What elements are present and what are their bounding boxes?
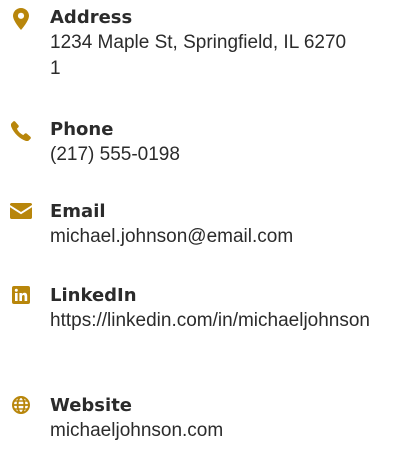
contact-label-address: Address <box>50 7 133 28</box>
contact-value-linkedin[interactable]: https://linkedin.com/in/michaeljohnson <box>50 308 370 334</box>
contact-text-linkedin: LinkedIn https://linkedin.com/in/michael… <box>50 284 403 334</box>
contact-label-email: Email <box>50 201 106 222</box>
map-pin-icon <box>10 8 32 30</box>
contact-value-email[interactable]: michael.johnson@email.com <box>50 224 395 250</box>
contact-text-email: Email michael.johnson@email.com <box>50 200 403 250</box>
contact-value-phone[interactable]: (217) 555-0198 <box>50 142 395 168</box>
contact-list: Address 1234 Maple St, Springfield, IL 6… <box>0 0 411 453</box>
linkedin-icon <box>10 284 32 306</box>
contact-value-website[interactable]: michaeljohnson.com <box>50 418 395 444</box>
contact-label-phone: Phone <box>50 119 114 140</box>
contact-value-address: 1234 Maple St, Springfield, IL 62701 <box>50 32 347 79</box>
phone-icon <box>10 120 32 142</box>
contact-text-phone: Phone (217) 555-0198 <box>50 118 403 168</box>
contact-label-linkedin: LinkedIn <box>50 285 137 306</box>
contact-text-address: Address 1234 Maple St, Springfield, IL 6… <box>50 6 403 82</box>
contact-label-website: Website <box>50 395 133 416</box>
envelope-icon <box>10 200 32 222</box>
contact-text-website: Website michaeljohnson.com <box>50 394 403 444</box>
globe-icon <box>10 394 32 416</box>
